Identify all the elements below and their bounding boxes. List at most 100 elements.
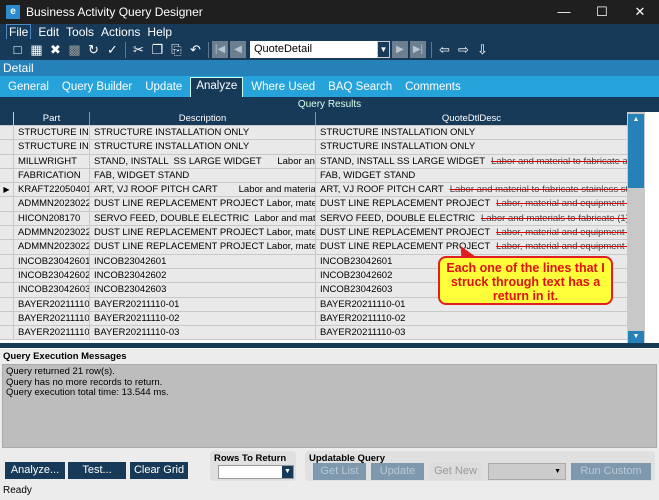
row-selector[interactable] [0,154,14,168]
chevron-down-icon[interactable]: ▼ [282,466,293,478]
cell-description[interactable]: DUST LINE REPLACEMENT PROJECT Labor, mat… [90,197,316,211]
menu-actions[interactable]: Actions [101,25,140,39]
column-header-description[interactable]: Description [90,112,316,125]
undo-icon[interactable]: ↶ [186,42,205,58]
cell-part[interactable]: FABRICATION [14,168,90,183]
cell-quotedtldesc[interactable]: BAYER20211110-02 [316,312,627,325]
get-new-button[interactable]: Get New [429,463,482,480]
rows-to-return-select[interactable]: ▼ [218,465,294,479]
row-selector[interactable] [0,326,14,340]
table-row[interactable]: ADMMN2023022 DUST LINE REPLACEMENT PROJE… [0,240,627,255]
table-row[interactable]: ADMMN2023022 DUST LINE REPLACEMENT PROJE… [0,197,627,212]
cell-part[interactable]: STRUCTURE IN [14,140,90,154]
tab-query-builder[interactable]: Query Builder [57,79,137,95]
cell-part[interactable]: INCOB23042602 [14,268,90,283]
row-selector[interactable] [0,240,14,254]
save-icon[interactable]: ▦ [27,42,46,58]
cell-description[interactable]: STRUCTURE INSTALLATION ONLY [90,126,316,140]
tab-analyze[interactable]: Analyze [190,77,244,97]
cell-quotedtldesc[interactable]: DUST LINE REPLACEMENT PROJECT Labor, mate… [316,197,627,210]
minimize-icon[interactable]: — [545,4,583,20]
table-row[interactable]: STRUCTURE IN STRUCTURE INSTALLATION ONLY… [0,126,627,141]
forward-icon[interactable]: ⇨ [454,42,473,58]
dataview-combo[interactable]: QuoteDetail ▼ [250,41,390,58]
row-selector[interactable] [0,311,14,326]
cell-description[interactable]: ART, VJ ROOF PITCH CART Labor and materi… [90,183,316,197]
cell-description[interactable]: DUST LINE REPLACEMENT PROJECT Labor, mat… [90,240,316,254]
column-header-part[interactable]: Part [14,112,90,125]
cell-part[interactable]: BAYER20211110- [14,326,90,340]
cell-part[interactable]: INCOB23042603 [14,283,90,297]
update-button[interactable]: Update [371,463,424,480]
test-button[interactable]: Test... [68,462,126,479]
scroll-up-icon[interactable]: ▲ [628,114,644,126]
cell-description[interactable]: BAYER20211110-01 [90,297,316,311]
row-selector[interactable] [0,297,14,311]
refresh-icon[interactable]: ↻ [84,42,103,58]
row-selector[interactable] [0,226,14,240]
cell-quotedtldesc[interactable]: STRUCTURE INSTALLATION ONLY [316,126,627,139]
clear-grid-button[interactable]: Clear Grid [130,462,188,479]
cell-part[interactable]: MILLWRIGHT [14,154,90,168]
table-row[interactable]: HICON208170 SERVO FEED, DOUBLE ELECTRIC … [0,211,627,227]
cell-description[interactable]: INCOB23042601 [90,254,316,268]
cell-part[interactable]: BAYER20211110- [14,311,90,326]
table-row[interactable]: MILLWRIGHT STAND, INSTALL SS LARGE WIDGE… [0,154,627,169]
cell-description[interactable]: BAYER20211110-03 [90,326,316,340]
chevron-down-icon[interactable]: ▼ [377,41,390,58]
cell-part[interactable]: KRAFT22050401 [14,183,90,197]
row-selector[interactable] [0,140,14,154]
cell-description[interactable]: DUST LINE REPLACEMENT PROJECT Labor, mat… [90,226,316,240]
first-record-icon[interactable]: |◀ [212,41,228,58]
row-selector[interactable] [0,254,14,268]
new-icon[interactable]: □ [8,42,27,57]
grid-scrollbar[interactable]: ▲ ▼ [627,112,645,345]
tab-update[interactable]: Update [140,79,187,95]
cell-description[interactable]: BAYER20211110-02 [90,311,316,326]
cell-description[interactable]: STRUCTURE INSTALLATION ONLY [90,140,316,154]
menu-help[interactable]: Help [147,25,172,39]
cell-quotedtldesc[interactable]: DUST LINE REPLACEMENT PROJECT Labor, mate… [316,226,627,239]
prev-record-icon[interactable]: ◀ [230,41,246,58]
row-selector[interactable] [0,126,14,140]
cell-part[interactable]: INCOB23042601 [14,254,90,268]
cell-quotedtldesc[interactable]: BAYER20211110-03 [316,326,627,339]
row-selector[interactable] [0,211,14,226]
cell-part[interactable]: STRUCTURE IN [14,126,90,140]
tab-comments[interactable]: Comments [400,79,466,95]
menu-file[interactable]: File [6,23,32,40]
last-record-icon[interactable]: ▶| [410,41,426,58]
table-row[interactable]: STRUCTURE IN STRUCTURE INSTALLATION ONLY… [0,140,627,155]
cell-quotedtldesc[interactable]: STAND, INSTALL SS LARGE WIDGET Labor and … [316,155,627,168]
run-custom-button[interactable]: Run Custom [571,463,651,480]
cell-quotedtldesc[interactable]: ART, VJ ROOF PITCH CART Labor and materia… [316,183,627,196]
table-row[interactable]: ▶ KRAFT22050401 ART, VJ ROOF PITCH CART … [0,183,627,198]
scroll-thumb[interactable] [628,126,644,188]
table-row[interactable]: FABRICATION FAB, WIDGET STAND FAB, WIDGE… [0,168,627,184]
delete-icon[interactable]: ✖ [46,42,65,58]
table-row[interactable]: ADMMN2023022 DUST LINE REPLACEMENT PROJE… [0,226,627,241]
table-row[interactable]: BAYER20211110- BAYER20211110-03 BAYER202… [0,326,627,341]
paste-icon[interactable]: ⎘ [167,42,186,58]
cell-part[interactable]: BAYER20211110- [14,297,90,311]
table-row[interactable]: BAYER20211110- BAYER20211110-02 BAYER202… [0,311,627,327]
menu-edit[interactable]: Edit [38,25,59,39]
maximize-icon[interactable]: ☐ [583,4,621,20]
row-selector[interactable] [0,197,14,211]
scroll-down-icon[interactable]: ▼ [628,331,644,343]
next-record-icon[interactable]: ▶ [392,41,408,58]
get-list-button[interactable]: Get List [313,463,366,480]
column-header-quotedtldesc[interactable]: QuoteDtlDesc [316,112,627,125]
cell-quotedtldesc[interactable]: SERVO FEED, DOUBLE ELECTRIC Labor and mat… [316,212,627,225]
back-icon[interactable]: ⇦ [435,42,454,58]
messages-box[interactable]: Query returned 21 row(s). Query has no m… [2,364,657,448]
down-icon[interactable]: ⇩ [473,42,492,58]
cell-description[interactable]: STAND, INSTALL SS LARGE WIDGET Labor and… [90,154,316,168]
cell-description[interactable]: INCOB23042602 [90,268,316,283]
custom-action-select[interactable]: ▼ [488,463,566,480]
cut-icon[interactable]: ✂ [129,42,148,58]
cell-part[interactable]: ADMMN2023022 [14,226,90,240]
attach-icon[interactable]: ▩ [65,42,84,58]
tab-general[interactable]: General [3,79,54,95]
cell-part[interactable]: ADMMN2023022 [14,197,90,211]
